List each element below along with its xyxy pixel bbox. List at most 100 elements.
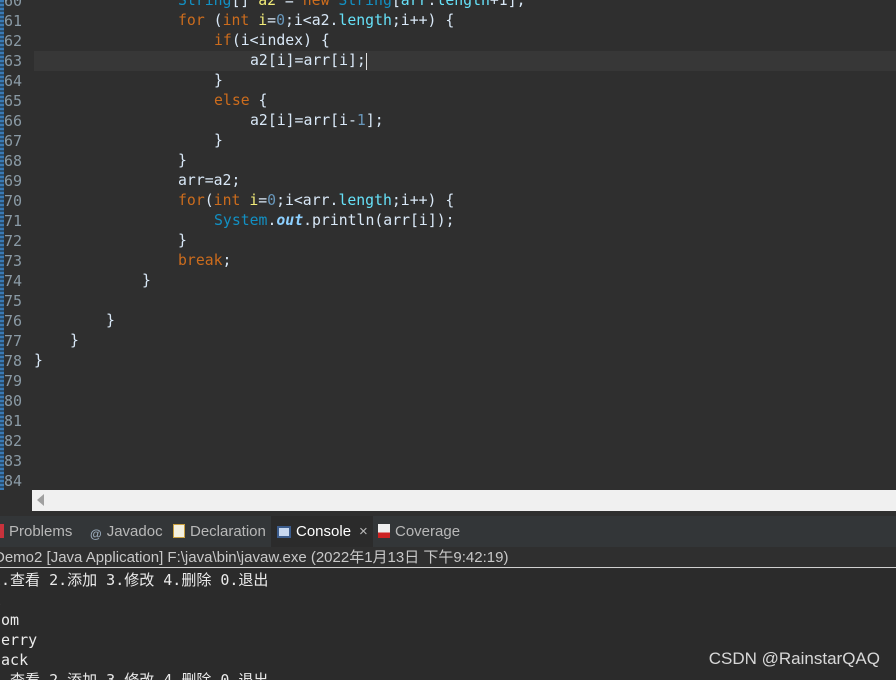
code-token: a2[i]=arr[i-: [250, 112, 357, 129]
tab-javadoc[interactable]: @ Javadoc: [90, 516, 163, 547]
code-token: int: [222, 12, 250, 29]
code-token: []: [231, 0, 259, 9]
console-line: tom: [0, 611, 20, 629]
code-token: String: [178, 0, 232, 9]
line-number: 69: [4, 172, 23, 190]
console-line: 1.查看 2.添加 3.修改 4.删除 0.退出: [0, 571, 269, 589]
code-token: }: [34, 352, 43, 369]
code-token: }: [214, 72, 223, 89]
text-caret: [365, 52, 367, 70]
code-token: new: [302, 0, 330, 9]
code-token: a2[i]=arr[i];: [250, 52, 366, 69]
code-token: arr: [400, 0, 428, 9]
console-line: jack: [0, 651, 29, 669]
code-token: ];: [365, 112, 384, 129]
code-token: ;i++) {: [391, 192, 455, 209]
code-token: String: [338, 0, 392, 9]
code-token: }: [214, 132, 223, 149]
tab-label: Javadoc: [106, 523, 163, 540]
code-line[interactable]: a2[i]=arr[i-1];: [250, 111, 384, 131]
code-token: 0: [276, 12, 285, 29]
console-process-label: Demo2 [Java Application] F:\java\bin\jav…: [0, 547, 896, 568]
watermark: CSDN @RainstarQAQ: [708, 649, 880, 668]
code-line[interactable]: }: [70, 331, 79, 351]
code-token: for: [178, 12, 205, 29]
code-token: =: [276, 0, 303, 9]
tab-problems[interactable]: Problems: [0, 516, 72, 547]
code-token: break: [178, 252, 223, 269]
horizontal-scrollbar[interactable]: [32, 490, 896, 511]
line-number: 67: [4, 132, 23, 150]
code-editor[interactable]: 60 String[] a2 = new String[arr.length+1]…: [0, 0, 896, 490]
tab-label: Console: [296, 523, 352, 540]
line-number: 65: [4, 92, 23, 110]
code-line[interactable]: }: [178, 231, 187, 251]
code-token: i: [249, 192, 259, 209]
tab-declaration[interactable]: Declaration: [173, 516, 266, 547]
code-line[interactable]: for(int i=0;i<arr.length;i++) {: [178, 191, 454, 211]
code-line[interactable]: String[] a2 = new String[arr.length+1];: [178, 0, 526, 11]
line-number: 73: [4, 252, 23, 270]
console-line: 1.查看 2.添加 3.修改 4.删除 0.退出: [0, 671, 269, 680]
tab-label: Problems: [9, 523, 73, 540]
declaration-icon: [173, 524, 185, 538]
code-token: ;: [222, 252, 232, 269]
code-token: (i<index) {: [231, 32, 330, 49]
code-token: out: [276, 212, 304, 229]
scroll-left-icon[interactable]: [37, 494, 44, 506]
code-line[interactable]: break;: [178, 251, 231, 271]
line-number: 79: [4, 372, 23, 390]
code-token: =: [267, 12, 277, 29]
scrollbar-corner: [0, 490, 32, 511]
code-token: length: [436, 0, 490, 9]
code-token: ;i<a2.: [284, 12, 339, 29]
code-line[interactable]: for (int i=0;i<a2.length;i++) {: [178, 11, 454, 31]
line-number: 84: [4, 472, 23, 490]
code-line[interactable]: System.out.println(arr[i]);: [214, 211, 455, 231]
line-number: 81: [4, 412, 23, 430]
line-number: 68: [4, 152, 23, 170]
line-number: 70: [4, 192, 23, 210]
code-line[interactable]: arr=a2;: [178, 171, 240, 191]
line-number: 62: [4, 32, 23, 50]
code-line[interactable]: a2[i]=arr[i];: [250, 51, 367, 71]
line-number: 75: [4, 292, 23, 310]
code-token: +1];: [489, 0, 526, 9]
at-sign-icon: @: [90, 527, 102, 541]
coverage-icon: [378, 524, 390, 538]
code-line[interactable]: else {: [214, 91, 267, 111]
line-number: 72: [4, 232, 23, 250]
current-line-highlight: [34, 51, 896, 71]
tab-coverage[interactable]: Coverage: [378, 516, 460, 547]
code-line[interactable]: }: [142, 271, 151, 291]
code-line[interactable]: }: [34, 351, 43, 371]
code-token: =: [258, 192, 268, 209]
code-line[interactable]: }: [106, 311, 115, 331]
line-number: 71: [4, 212, 23, 230]
tab-label: Coverage: [395, 523, 461, 540]
code-token: length: [338, 192, 392, 209]
code-token: int: [213, 192, 241, 209]
code-token: }: [178, 232, 187, 249]
tab-console[interactable]: Console ×: [271, 516, 373, 547]
code-token: ;i++) {: [391, 12, 455, 29]
code-line[interactable]: }: [178, 151, 187, 171]
code-token: (: [204, 12, 223, 29]
line-number: 82: [4, 432, 23, 450]
line-number: 78: [4, 352, 23, 370]
code-token: ;i<arr.: [276, 192, 339, 209]
tab-label: Declaration: [190, 523, 266, 540]
code-token: (: [204, 192, 214, 209]
line-number: 64: [4, 72, 23, 90]
code-token: 1: [356, 112, 366, 129]
line-number: 76: [4, 312, 23, 330]
close-icon[interactable]: ×: [359, 523, 368, 540]
code-token: {: [249, 92, 268, 109]
problems-icon: [0, 524, 4, 538]
code-line[interactable]: if(i<index) {: [214, 31, 330, 51]
code-token: }: [106, 312, 115, 329]
code-line[interactable]: }: [214, 71, 223, 91]
code-line[interactable]: }: [214, 131, 223, 151]
console-line: jerry: [0, 631, 38, 649]
